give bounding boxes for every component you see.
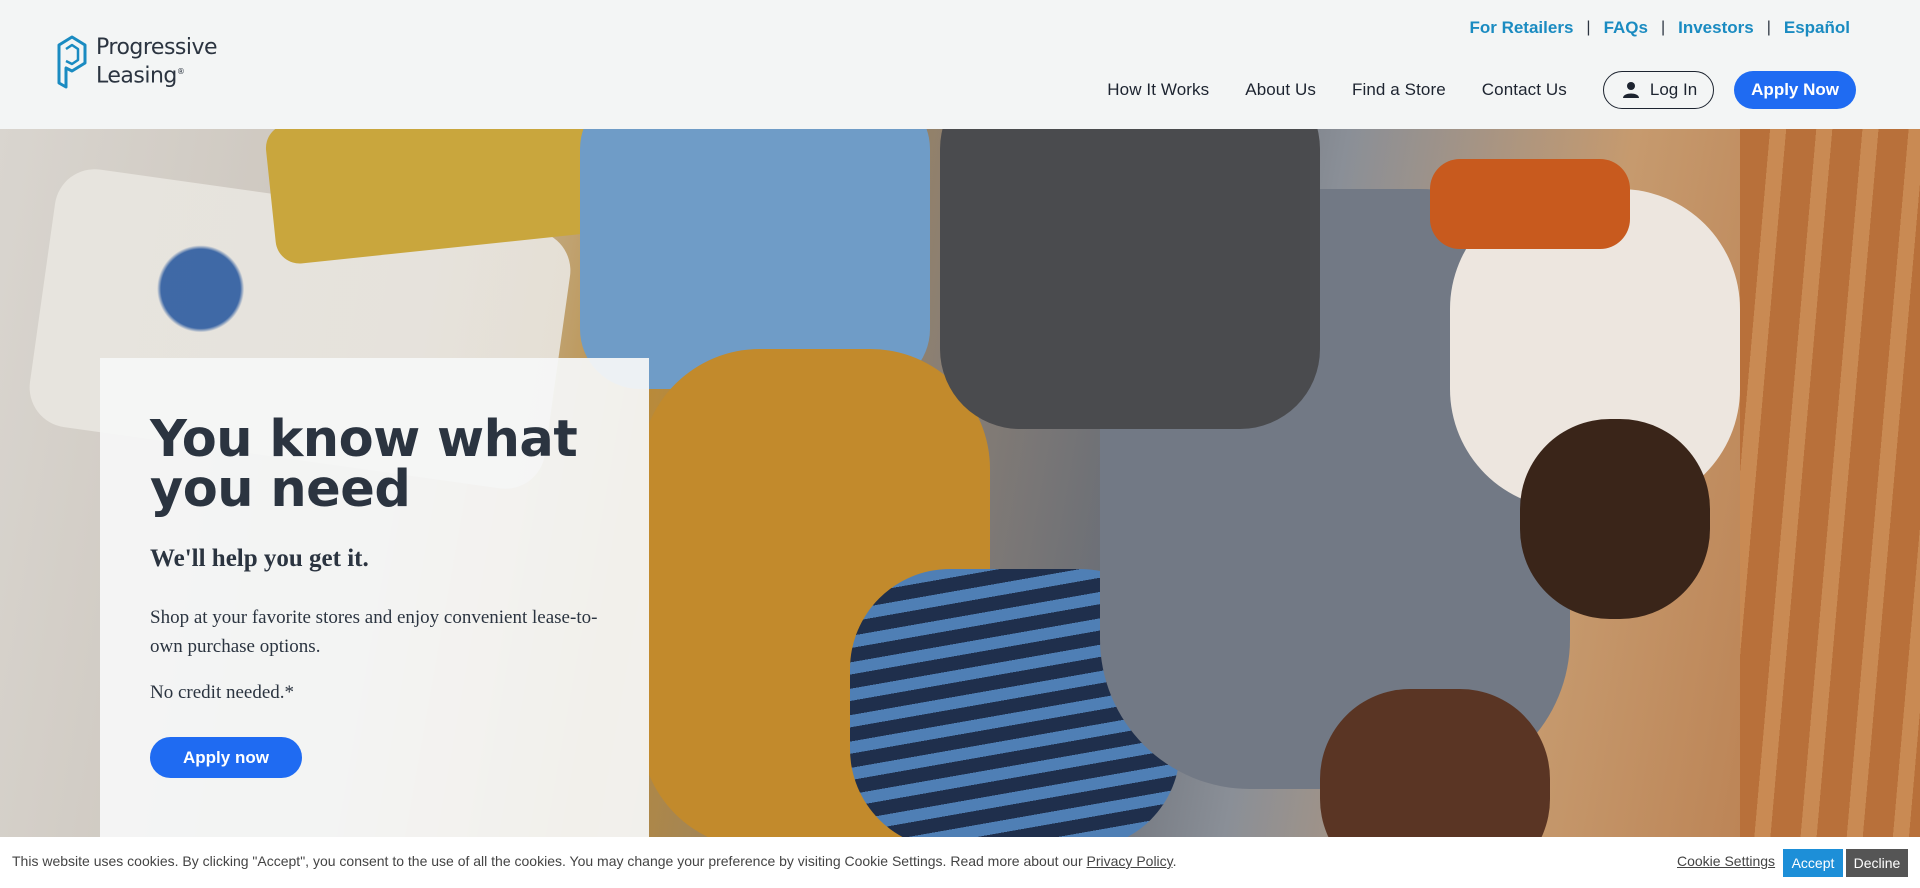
cookie-period: . <box>1172 853 1177 869</box>
login-label: Log In <box>1649 80 1698 99</box>
main-nav: How It Works About Us Find a Store Conta… <box>1107 71 1856 109</box>
hero-subhead: We'll help you get it. <box>150 545 369 572</box>
divider: | <box>1766 19 1771 36</box>
util-link-espanol[interactable]: Español <box>1784 18 1850 38</box>
hero-body: Shop at your favorite stores and enjoy c… <box>150 607 598 657</box>
util-link-faqs[interactable]: FAQs <box>1604 18 1648 38</box>
cookie-banner: This website uses cookies. By clicking "… <box>0 837 1920 888</box>
nav-find-a-store[interactable]: Find a Store <box>1352 80 1446 100</box>
wood-floor <box>1740 129 1920 837</box>
accept-cookies-button[interactable]: Accept <box>1783 849 1843 877</box>
nav-about-us[interactable]: About Us <box>1245 80 1316 100</box>
cookie-message: This website uses cookies. By clicking "… <box>12 853 1177 869</box>
nav-contact-us[interactable]: Contact Us <box>1482 80 1567 100</box>
util-link-retailers[interactable]: For Retailers <box>1469 18 1573 38</box>
cookie-settings-link[interactable]: Cookie Settings <box>1677 853 1775 869</box>
progressive-p-icon <box>57 35 87 89</box>
cookie-text: This website uses cookies. By clicking "… <box>12 853 1087 869</box>
divider: | <box>1660 19 1666 36</box>
logo-line-2: Leasing <box>96 63 177 89</box>
utility-nav: For Retailers | FAQs | Investors | Españ… <box>1469 18 1850 38</box>
no-credit-text: No credit needed.* <box>150 682 295 703</box>
logo[interactable]: Progressive Leasing® <box>54 33 218 91</box>
nav-how-it-works[interactable]: How It Works <box>1107 80 1209 100</box>
decline-cookies-button[interactable]: Decline <box>1846 849 1908 877</box>
hero-apply-button[interactable]: Apply now <box>150 737 302 778</box>
dark-pants <box>940 129 1320 429</box>
apply-now-button[interactable]: Apply Now <box>1734 71 1856 109</box>
hero-headline: You know what you need <box>150 410 578 519</box>
user-icon <box>1622 82 1639 98</box>
login-button[interactable]: Log In <box>1602 71 1715 109</box>
util-link-investors[interactable]: Investors <box>1678 18 1754 38</box>
divider: | <box>1586 19 1591 36</box>
face-child <box>1520 419 1710 619</box>
logo-text: Progressive Leasing® <box>96 34 218 89</box>
site-header: Progressive Leasing® For Retailers | FAQ… <box>0 0 1920 129</box>
orange-shorts <box>1430 159 1630 249</box>
privacy-policy-link[interactable]: Privacy Policy <box>1087 853 1173 869</box>
logo-line-1: Progressive <box>96 34 218 60</box>
face-man <box>1320 689 1550 837</box>
